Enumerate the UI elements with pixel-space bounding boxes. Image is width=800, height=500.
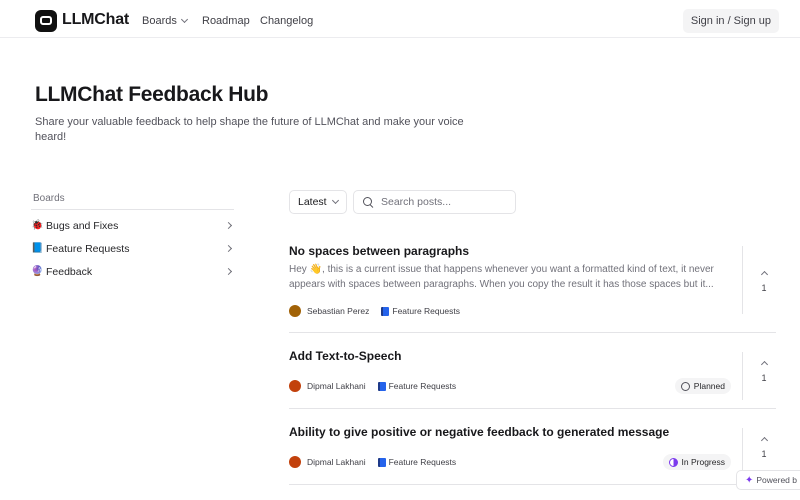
post-meta: Dipmal Lakhani Feature Requests — [289, 456, 456, 468]
avatar — [289, 380, 301, 392]
book-icon: 📘 — [31, 243, 44, 254]
chevron-right-icon — [224, 244, 233, 253]
llmchat-logo-icon[interactable] — [35, 10, 57, 32]
book-icon — [381, 306, 390, 316]
avatar — [289, 305, 301, 317]
sidebar-item-bugs-and-fixes[interactable]: 🐞 Bugs and Fixes — [31, 217, 236, 235]
avatar — [289, 456, 301, 468]
post-board-tag[interactable]: Feature Requests — [377, 457, 457, 467]
divider — [31, 209, 234, 210]
post-card[interactable]: No spaces between paragraphs Hey 👋, this… — [289, 235, 776, 333]
divider — [742, 428, 743, 476]
status-badge: Planned — [674, 378, 731, 394]
chevron-right-icon — [224, 267, 233, 276]
post-meta: Sebastian Perez Feature Requests — [289, 305, 460, 317]
brand-name[interactable]: LLMChat — [62, 11, 129, 29]
half-circle-icon — [668, 457, 678, 467]
circle-icon — [680, 381, 690, 391]
signin-button[interactable]: Sign in / Sign up — [682, 9, 779, 33]
post-author: Dipmal Lakhani — [307, 457, 366, 467]
post-board-label: Feature Requests — [388, 381, 457, 391]
divider — [742, 352, 743, 400]
vote-count: 1 — [761, 449, 767, 459]
book-icon — [377, 381, 386, 391]
bug-icon: 🐞 — [31, 220, 44, 231]
sort-label: Latest — [298, 196, 327, 208]
sidebar-item-feedback[interactable]: 🔮 Feedback — [31, 263, 236, 281]
chevron-up-icon — [760, 436, 768, 445]
upvote-button[interactable]: 1 — [757, 360, 771, 383]
post-author: Dipmal Lakhani — [307, 381, 366, 391]
post-board-tag[interactable]: Feature Requests — [381, 306, 460, 316]
post-card[interactable]: Add Text-to-Speech Dipmal Lakhani Featur… — [289, 333, 776, 409]
page-subtitle: Share your valuable feedback to help sha… — [35, 116, 464, 143]
divider — [742, 246, 743, 314]
sidebar-item-label: Feedback — [46, 266, 93, 278]
sparkle-icon: ✦ — [744, 474, 754, 486]
post-card[interactable]: Ability to give positive or negative fee… — [289, 409, 776, 485]
post-board-label: Feature Requests — [392, 306, 460, 316]
nav-changelog[interactable]: Changelog — [260, 15, 313, 27]
post-author: Sebastian Perez — [307, 306, 370, 316]
vote-count: 1 — [761, 283, 767, 293]
powered-by-badge[interactable]: ✦ Powered b — [735, 470, 800, 490]
post-meta: Dipmal Lakhani Feature Requests — [289, 380, 456, 392]
post-title[interactable]: Ability to give positive or negative fee… — [289, 425, 669, 439]
post-board-label: Feature Requests — [388, 457, 457, 467]
chevron-up-icon — [760, 270, 768, 279]
status-label: In Progress — [681, 457, 725, 467]
top-navbar: LLMChat Boards Roadmap Changelog Sign in… — [0, 0, 800, 38]
crystal-ball-icon: 🔮 — [31, 266, 44, 277]
sidebar-item-label: Bugs and Fixes — [46, 220, 119, 232]
nav-boards[interactable]: Boards — [142, 15, 188, 27]
book-icon — [377, 457, 386, 467]
status-label: Planned — [693, 381, 725, 391]
vote-count: 1 — [761, 373, 767, 383]
chevron-down-icon — [331, 196, 339, 205]
search-input[interactable] — [381, 196, 501, 208]
boards-heading: Boards — [33, 193, 65, 204]
chevron-right-icon — [224, 221, 233, 230]
search-icon — [363, 196, 374, 208]
post-title[interactable]: Add Text-to-Speech — [289, 349, 401, 363]
search-box[interactable] — [353, 190, 516, 214]
nav-boards-label: Boards — [142, 15, 177, 27]
page-title: LLMChat Feedback Hub — [35, 83, 269, 106]
sidebar-item-feature-requests[interactable]: 📘 Feature Requests — [31, 240, 236, 258]
status-badge: In Progress — [662, 454, 731, 470]
chevron-down-icon — [180, 15, 188, 24]
post-board-tag[interactable]: Feature Requests — [377, 381, 457, 391]
post-title[interactable]: No spaces between paragraphs — [289, 244, 469, 258]
upvote-button[interactable]: 1 — [757, 436, 771, 459]
nav-roadmap[interactable]: Roadmap — [202, 15, 250, 27]
upvote-button[interactable]: 1 — [757, 270, 771, 293]
powered-by-label: Powered b — [756, 475, 797, 485]
chevron-up-icon — [760, 360, 768, 369]
sidebar-item-label: Feature Requests — [46, 243, 130, 255]
post-excerpt: Hey 👋, this is a current issue that happ… — [289, 264, 714, 290]
sort-dropdown[interactable]: Latest — [289, 190, 347, 214]
